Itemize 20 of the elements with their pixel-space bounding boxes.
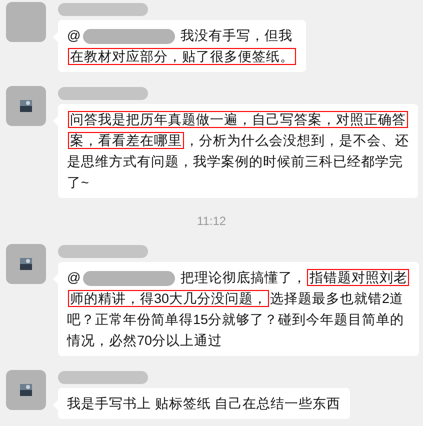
- highlighted-text: 案，看看差在哪里: [68, 132, 184, 149]
- avatar[interactable]: [6, 244, 46, 284]
- avatar[interactable]: [6, 86, 46, 126]
- message-text: 把理论彻底搞懂了，: [179, 270, 306, 285]
- message-text: @: [67, 28, 81, 43]
- highlighted-text: 在教材对应部分，贴了很多便签纸。: [68, 48, 296, 65]
- message-text: 我没有手写，但我: [179, 28, 292, 43]
- message-text: 情况，必然70分以上通过: [67, 333, 222, 348]
- highlighted-text: 指错题对照刘老: [307, 269, 410, 286]
- avatar[interactable]: [6, 370, 46, 410]
- highlighted-text: 问答我是把历年真题做一遍，自己写答案，对照正确答: [68, 111, 408, 128]
- message-text: 选择题最多也就错2道: [270, 291, 404, 306]
- message-text: @: [67, 270, 81, 285]
- message-text: ，分析为什么会没想到，是不会、还: [185, 133, 409, 148]
- message-text: 了~: [67, 175, 89, 190]
- timestamp: 11:12: [196, 213, 226, 230]
- message-text: 吧？正常年份简单得15分就够了？碰到今年题目简单的: [67, 312, 404, 327]
- message-text: 是思维方式有问题，我学案例的时候前三科已经都学完: [67, 154, 403, 169]
- highlighted-text: 师的精讲，得30大几分没问题，: [68, 290, 270, 307]
- message-text: 我是手写书上 贴标签纸 自己在总结一些东西: [67, 396, 341, 411]
